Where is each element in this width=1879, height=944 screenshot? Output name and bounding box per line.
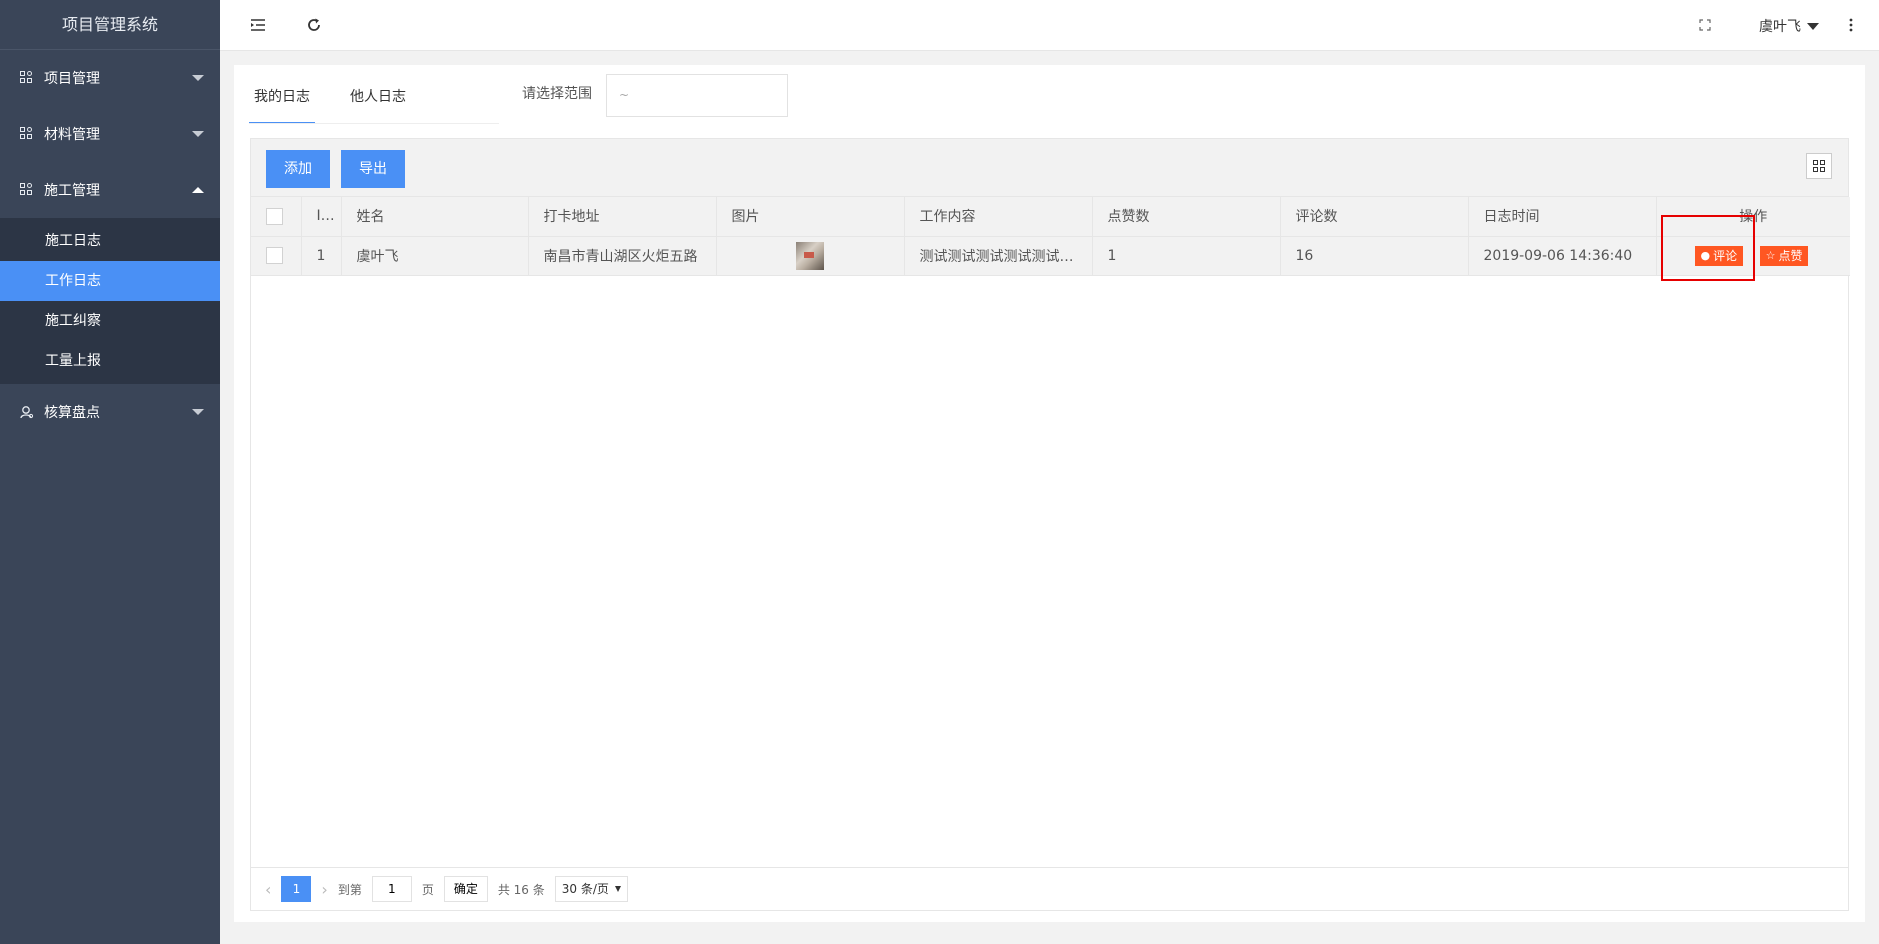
- construction-subnav: 施工日志 工作日志 施工纠察 工量上报: [0, 218, 220, 384]
- cell-name: 虞叶飞: [341, 236, 529, 276]
- next-page-icon[interactable]: ›: [321, 880, 327, 899]
- row-checkbox[interactable]: [266, 247, 283, 264]
- per-page-select[interactable]: 30 条/页: [554, 876, 628, 902]
- confirm-goto-button[interactable]: 确定: [443, 876, 488, 902]
- cell-time: 2019-09-06 14:36:40: [1468, 236, 1657, 276]
- page-unit: 页: [421, 882, 434, 897]
- log-table: ID 姓名 打卡地址 图片 工作内容 点赞数 评论数 日志时间 操作 1 虞叶飞…: [251, 197, 1850, 276]
- grid-icon: [20, 127, 34, 141]
- log-table-container: 添加 导出 ID 姓名 打卡地址 图片 工作内容 点赞数 评论数 日志时间 操作…: [250, 138, 1850, 911]
- nav-label: 核算盘点: [44, 405, 100, 421]
- refresh-button[interactable]: [304, 15, 324, 35]
- chevron-down-icon: [192, 409, 204, 415]
- chevron-down-icon: [192, 75, 204, 81]
- nav-group-construction: 施工管理 施工日志 工作日志 施工纠察 工量上报: [0, 162, 220, 384]
- main-content: 我的日志 他人日志 请选择范围 ~ 添加 导出 ID 姓名 打卡地址 图片 工作…: [234, 65, 1865, 922]
- table-header-row: ID 姓名 打卡地址 图片 工作内容 点赞数 评论数 日志时间 操作: [251, 197, 1850, 237]
- user-name: 虞叶飞: [1759, 19, 1801, 35]
- sidebar: 项目管理系统 项目管理 材料管理 施工管理 施工日志 工作日志 施工纠察 工量上…: [0, 0, 220, 944]
- add-button[interactable]: 添加: [266, 150, 330, 188]
- chevron-down-icon: [192, 131, 204, 137]
- sidebar-item-work-log[interactable]: 工作日志: [0, 261, 220, 301]
- menu-collapse-icon: [251, 19, 265, 31]
- total-count: 共 16 条: [497, 882, 545, 897]
- app-title: 项目管理系统: [0, 0, 220, 50]
- row-select-cell: [251, 236, 302, 276]
- header-select-all: [251, 197, 302, 237]
- current-page[interactable]: 1: [281, 876, 312, 902]
- cell-content: 测试测试测试测试测试测试: [904, 236, 1093, 276]
- column-header-actions: 操作: [1656, 197, 1850, 237]
- cell-comments: 16: [1280, 236, 1469, 276]
- tab-others-log[interactable]: 他人日志: [345, 80, 411, 124]
- per-page-value: 30 条/页: [561, 882, 609, 896]
- caret-down-icon: [1807, 22, 1819, 30]
- nav-label: 项目管理: [44, 71, 100, 87]
- user-icon: [20, 405, 34, 419]
- like-button[interactable]: ☆ 点赞: [1759, 245, 1809, 266]
- export-button[interactable]: 导出: [341, 150, 405, 188]
- column-header-time[interactable]: 日志时间: [1468, 197, 1657, 237]
- like-label: 点赞: [1778, 249, 1803, 263]
- goto-label: 到第: [337, 882, 362, 897]
- date-range-input[interactable]: ~: [606, 74, 788, 117]
- nav-group-material: 材料管理: [0, 106, 220, 162]
- nav-group-project: 项目管理: [0, 50, 220, 106]
- table-row: 1 虞叶飞 南昌市青山湖区火炬五路 测试测试测试测试测试测试 1 16 2019…: [251, 236, 1850, 276]
- cell-actions: ● 评论 ☆ 点赞: [1656, 236, 1850, 276]
- column-header-address[interactable]: 打卡地址: [528, 197, 717, 237]
- columns-icon: [1812, 159, 1826, 173]
- more-vertical-icon: [1849, 18, 1853, 32]
- nav-group-accounting: 核算盘点: [0, 384, 220, 440]
- select-all-checkbox[interactable]: [266, 207, 283, 225]
- grid-icon: [20, 183, 34, 197]
- nav-label: 材料管理: [44, 127, 100, 143]
- cell-image: [716, 236, 905, 276]
- comment-label: 评论: [1713, 249, 1738, 263]
- column-header-likes[interactable]: 点赞数: [1092, 197, 1281, 237]
- user-menu[interactable]: 虞叶飞: [1759, 16, 1819, 36]
- cell-likes: 1: [1092, 236, 1281, 276]
- column-header-content[interactable]: 工作内容: [904, 197, 1093, 237]
- sidebar-item-construction-inspection[interactable]: 施工纠察: [0, 301, 220, 341]
- table-toolbar: 添加 导出: [251, 139, 1848, 197]
- chevron-up-icon: [192, 187, 204, 193]
- tab-my-log[interactable]: 我的日志: [249, 80, 315, 124]
- more-button[interactable]: [1841, 15, 1861, 35]
- nav-material-management[interactable]: 材料管理: [0, 106, 220, 162]
- nav-construction-management[interactable]: 施工管理: [0, 162, 220, 218]
- pagination: ‹ 1 › 到第 页 确定 共 16 条 30 条/页: [251, 867, 1848, 910]
- log-tabs: 我的日志 他人日志: [249, 80, 441, 124]
- caret-down-icon: [614, 886, 621, 892]
- goto-page-input[interactable]: [371, 876, 412, 902]
- sidebar-item-workload-report[interactable]: 工量上报: [0, 341, 220, 381]
- column-filter-button[interactable]: [1806, 153, 1832, 179]
- range-label: 请选择范围: [522, 86, 592, 102]
- nav-project-management[interactable]: 项目管理: [0, 50, 220, 106]
- cell-id: 1: [301, 236, 342, 276]
- comment-icon: ●: [1700, 249, 1711, 262]
- column-header-name[interactable]: 姓名: [341, 197, 529, 237]
- fullscreen-button[interactable]: [1695, 15, 1715, 35]
- column-header-comments[interactable]: 评论数: [1280, 197, 1469, 237]
- tabs-divider: [249, 123, 499, 124]
- cell-address: 南昌市青山湖区火炬五路: [528, 236, 717, 276]
- collapse-menu-button[interactable]: [248, 15, 268, 35]
- top-header: 虞叶飞: [220, 0, 1879, 51]
- comment-button[interactable]: ● 评论: [1694, 245, 1744, 266]
- nav-label: 施工管理: [44, 183, 100, 199]
- star-icon: ☆: [1765, 249, 1776, 262]
- sidebar-item-construction-log[interactable]: 施工日志: [0, 221, 220, 261]
- grid-icon: [20, 71, 34, 85]
- column-header-image[interactable]: 图片: [716, 197, 905, 237]
- log-image-thumbnail[interactable]: [796, 241, 824, 270]
- prev-page-icon[interactable]: ‹: [265, 880, 271, 899]
- column-header-id[interactable]: ID: [301, 197, 342, 237]
- fullscreen-icon: [1699, 19, 1711, 31]
- nav-accounting-inventory[interactable]: 核算盘点: [0, 384, 220, 440]
- refresh-icon: [308, 18, 320, 31]
